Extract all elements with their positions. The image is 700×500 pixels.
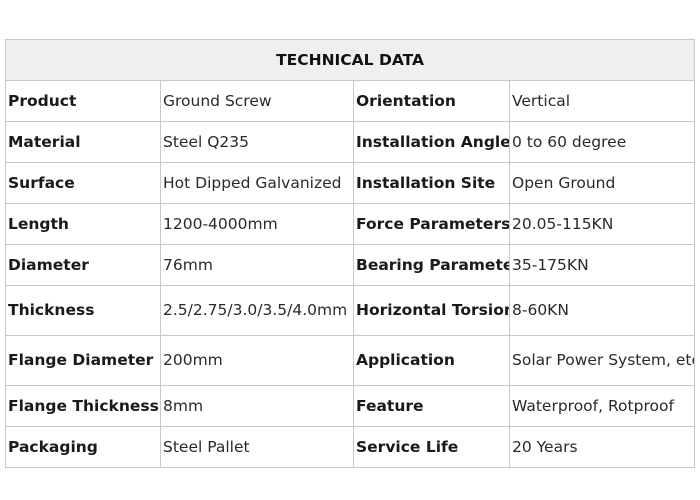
table-row: Flange Diameter 200mm Application Solar …: [5, 335, 696, 386]
spec-label: Material: [5, 121, 161, 163]
spec-label: Feature: [353, 385, 510, 427]
spec-value: 0 to 60 degree: [508, 121, 696, 163]
spec-label: Product: [5, 80, 161, 122]
table-row: Length 1200-4000mm Force Parameters 20.0…: [5, 203, 696, 245]
spec-label: Flange Thickness: [5, 385, 161, 427]
spec-label: Thickness: [5, 285, 161, 336]
table-row: Surface Hot Dipped Galvanized Installati…: [5, 162, 696, 204]
table-row: Diameter 76mm Bearing Parameters 35-175K…: [5, 244, 696, 286]
table-row: Thickness 2.5/2.75/3.0/3.5/4.0mm Horizon…: [5, 285, 696, 336]
spec-label: Flange Diameter: [5, 335, 161, 386]
table-row: Packaging Steel Pallet Service Life 20 Y…: [5, 426, 696, 468]
spec-label: Service Life: [353, 426, 510, 468]
spec-value: 76mm: [160, 244, 354, 286]
spec-value: 200mm: [160, 335, 354, 386]
spec-label: Bearing Parameters: [353, 244, 510, 286]
spec-value: Hot Dipped Galvanized: [160, 162, 354, 204]
spec-value: 20 Years: [508, 426, 696, 468]
table-title: TECHNICAL DATA: [4, 39, 696, 81]
spec-value: 35-175KN: [508, 244, 696, 286]
spec-label: Application: [353, 335, 510, 386]
spec-value: 8-60KN: [508, 285, 696, 336]
table-row: Material Steel Q235 Installation Angle 0…: [5, 121, 696, 163]
table-row: Flange Thickness 8mm Feature Waterproof,…: [5, 385, 696, 427]
spec-label: Horizontal Torsion: [353, 285, 510, 336]
spec-label: Orientation: [353, 80, 510, 122]
spec-value: 2.5/2.75/3.0/3.5/4.0mm: [160, 285, 354, 336]
table-row: Product Ground Screw Orientation Vertica…: [5, 80, 696, 122]
spec-value: Open Ground: [508, 162, 696, 204]
spec-value: Ground Screw: [160, 80, 354, 122]
spec-value: 20.05-115KN: [508, 203, 696, 245]
spec-value: Steel Q235: [160, 121, 354, 163]
technical-data-table: TECHNICAL DATA Product Ground Screw Orie…: [4, 39, 696, 468]
spec-label: Force Parameters: [353, 203, 510, 245]
table-title-row: TECHNICAL DATA: [4, 39, 696, 81]
spec-label: Length: [5, 203, 161, 245]
spec-value: 8mm: [160, 385, 354, 427]
spec-value: Waterproof, Rotproof: [508, 385, 696, 427]
spec-value: Solar Power System, etc: [508, 335, 696, 386]
spec-value: 1200-4000mm: [160, 203, 354, 245]
spec-label: Surface: [5, 162, 161, 204]
spec-value: Steel Pallet: [160, 426, 354, 468]
spec-label: Diameter: [5, 244, 161, 286]
spec-value: Vertical: [508, 80, 696, 122]
spec-label: Installation Site: [353, 162, 510, 204]
spec-label: Packaging: [5, 426, 161, 468]
spec-label: Installation Angle: [353, 121, 510, 163]
